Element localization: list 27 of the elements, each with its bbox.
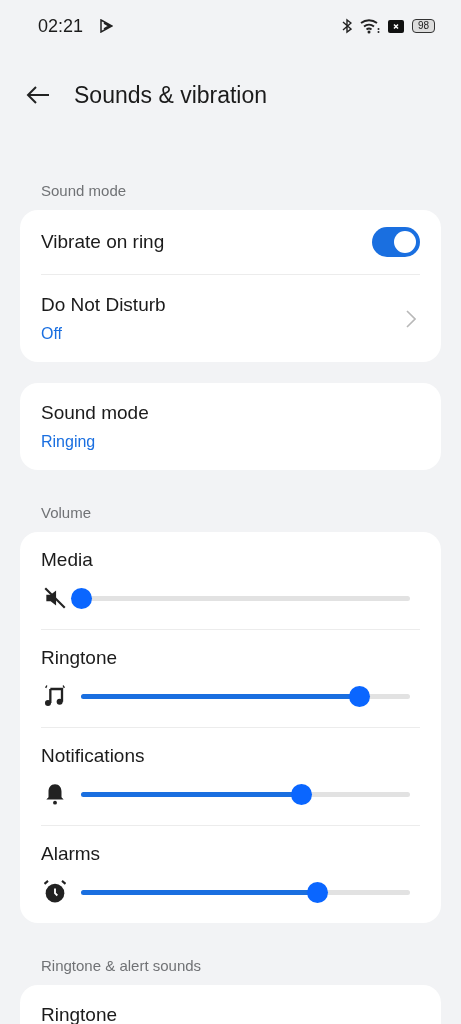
wifi-icon [359,18,380,34]
setting-title: Vibrate on ring [41,231,166,253]
section-label: Ringtone & alert sounds [40,956,203,976]
slider-thumb[interactable] [291,783,313,805]
muted-speaker-icon [42,585,68,611]
volume-label: Media [41,549,94,571]
volume-label: Notifications [41,745,146,767]
volume-label: Alarms [41,843,102,865]
section-label: Volume [40,503,93,523]
setting-title: Do Not Disturb [41,294,167,316]
play-triangle-icon [99,19,114,33]
toggle-switch[interactable] [372,227,420,257]
slider-thumb[interactable] [307,881,329,903]
setting-value: Ringing [41,432,97,451]
volume-slider[interactable] [71,587,410,609]
slider-thumb[interactable] [348,685,370,707]
volume-label: Ringtone [41,647,119,669]
setting-value: Off [41,324,64,343]
notification-x-icon [387,19,404,33]
battery-level: 98 [411,19,435,33]
status-time: 02:21 [38,15,84,37]
bluetooth-icon [341,18,352,34]
slider-thumb[interactable] [71,587,92,609]
setting-title: Sound mode [41,402,150,424]
chevron-right-icon [406,309,416,328]
page-title: Sounds & vibration [74,81,268,109]
section-label: Sound mode [40,181,128,201]
